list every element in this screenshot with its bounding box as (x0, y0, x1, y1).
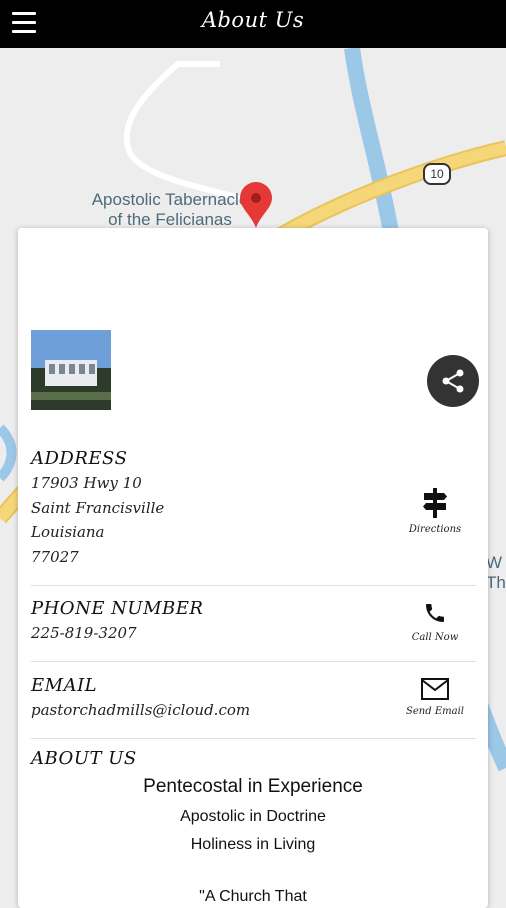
envelope-icon (421, 678, 449, 700)
phone-heading: PHONE NUMBER (31, 598, 204, 619)
location-card: ADDRESS 17903 Hwy 10 Saint Francisville … (18, 228, 488, 908)
divider (31, 585, 476, 586)
map-pin-icon[interactable] (238, 180, 274, 230)
share-icon (442, 369, 464, 393)
address-line-3: Louisiana (31, 523, 105, 541)
send-email-button[interactable]: Send Email (400, 678, 470, 717)
app-header: About Us (0, 0, 506, 48)
address-heading: ADDRESS (31, 448, 128, 469)
signpost-icon (423, 488, 447, 518)
page-title: About Us (201, 8, 305, 32)
map-edge-label-2: Th (486, 573, 506, 592)
call-now-label: Call Now (411, 632, 459, 643)
divider (31, 661, 476, 662)
about-heading: ABOUT US (31, 748, 137, 769)
address-line-2: Saint Francisville (31, 498, 165, 517)
about-line-2: Apostolic in Doctrine (180, 808, 326, 825)
address-line-4: 77027 (31, 547, 79, 566)
about-line-3: Holiness in Living (190, 836, 316, 853)
call-now-button[interactable]: Call Now (400, 600, 470, 643)
email-address: pastorchadmills@icloud.com (31, 701, 251, 719)
church-photo (31, 330, 111, 410)
directions-button[interactable]: Directions (400, 488, 470, 535)
address-block: 17903 Hwy 10 Saint Francisville Louisian… (31, 471, 164, 569)
about-line-1: Pentecostal in Experience (143, 776, 363, 797)
map-edge-label-1: W (486, 553, 503, 572)
email-heading: EMAIL (31, 675, 98, 696)
address-line-1: 17903 Hwy 10 (31, 474, 142, 492)
phone-number: 225-819-3207 (31, 624, 137, 642)
phone-icon (426, 604, 444, 622)
divider (31, 738, 476, 739)
about-line-4: "A Church That (199, 888, 307, 905)
send-email-label: Send Email (406, 706, 464, 717)
directions-label: Directions (408, 524, 462, 535)
share-button[interactable] (427, 355, 479, 407)
highway-shield: 10 (423, 163, 451, 185)
map-edge-label: W Th (486, 553, 506, 593)
